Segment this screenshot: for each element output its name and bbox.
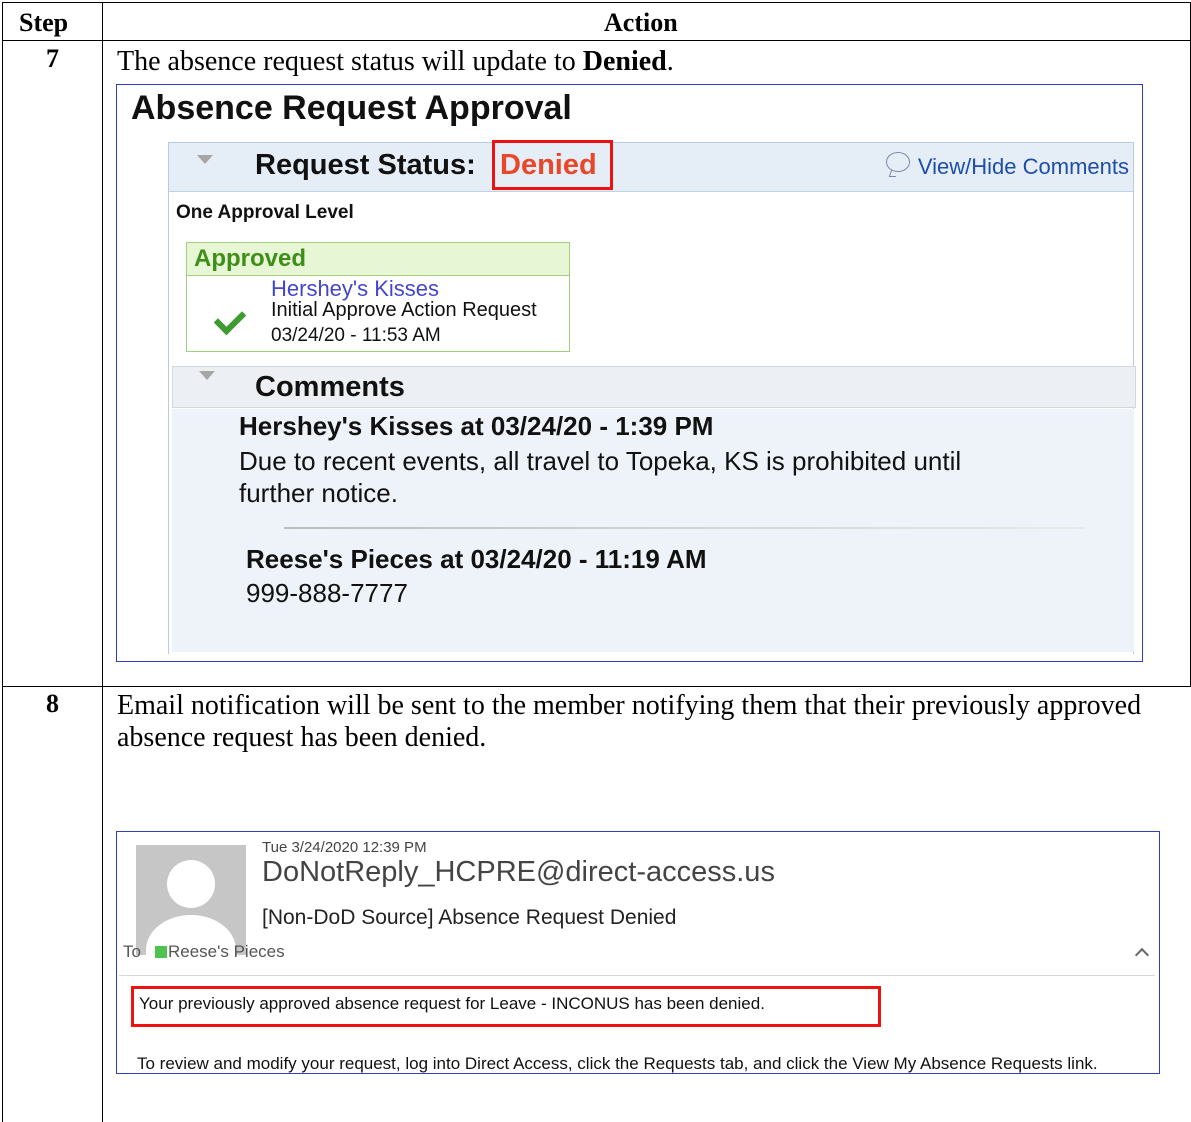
email-body-line: To review and modify your request, log i… — [137, 1054, 1098, 1073]
collapse-header-chevron-up-icon[interactable] — [1134, 947, 1150, 963]
approver-card: Approved Hershey's Kisses Initial Approv… — [186, 242, 570, 352]
status-label: Request Status: — [255, 149, 476, 181]
table-border-left — [2, 2, 3, 1122]
status-value: Denied — [500, 149, 597, 181]
comment-text: 999-888-7777 — [246, 578, 408, 608]
comment-bubble-icon — [885, 152, 910, 172]
presence-status-icon — [154, 946, 167, 958]
avatar — [136, 845, 246, 955]
step-number: 7 — [46, 44, 59, 73]
email-body-line: Your previously approved absence request… — [139, 994, 765, 1013]
email-divider — [119, 975, 1155, 976]
request-status-panel: Request Status: Denied View/Hide Comment… — [168, 140, 1136, 655]
comment-text: Due to recent events, all travel to Tope… — [239, 446, 962, 476]
step-number: 8 — [46, 689, 59, 718]
approver-name-link[interactable]: Hershey's Kisses — [271, 277, 439, 301]
step-instruction: The absence request status will update t… — [117, 46, 674, 77]
avatar-head — [167, 860, 215, 908]
approval-level: One Approval Level — [176, 202, 354, 223]
email-subject: [Non-DoD Source] Absence Request Denied — [262, 906, 677, 929]
checkmark-icon — [213, 302, 247, 336]
comments-label: Comments — [255, 371, 405, 403]
table-border-top — [2, 2, 1191, 3]
email-date: Tue 3/24/2020 12:39 PM — [262, 839, 427, 856]
status-value-highlight: Denied — [492, 140, 613, 190]
approver-card-header: Approved — [187, 243, 569, 276]
view-hide-comments-label: View/Hide Comments — [917, 154, 1129, 179]
comment-header: Hershey's Kisses at 03/24/20 - 1:39 PM — [239, 411, 714, 441]
collapse-triangle-icon[interactable] — [199, 371, 215, 380]
email-highlight-box: Your previously approved absence request… — [131, 986, 881, 1027]
email-recipients: To Reese's Pieces — [123, 942, 285, 962]
comments-body: Hershey's Kisses at 03/24/20 - 1:39 PM D… — [172, 409, 1134, 652]
comment-separator — [284, 527, 1084, 529]
status-body: One Approval Level Approved Hershey's Ki… — [169, 192, 1136, 655]
page-title: Absence Request Approval — [131, 89, 572, 127]
header-step: Step — [19, 8, 69, 37]
to-label: To — [123, 942, 141, 961]
comments-header-bar: Comments — [172, 366, 1136, 408]
view-hide-comments-link[interactable]: View/Hide Comments — [885, 152, 1129, 180]
email-sender[interactable]: DoNotReply_HCPRE@direct-access.us — [262, 856, 775, 889]
collapse-triangle-icon[interactable] — [197, 155, 213, 164]
approval-screenshot: Absence Request Approval Request Status:… — [116, 84, 1143, 662]
approved-label: Approved — [194, 245, 307, 272]
email-screenshot: Tue 3/24/2020 12:39 PM DoNotReply_HCPRE@… — [116, 831, 1160, 1074]
approver-date: 03/24/20 - 11:53 AM — [271, 325, 441, 346]
comment-text: further notice. — [239, 478, 398, 508]
step-instruction: Email notification will be sent to the m… — [117, 690, 1142, 753]
recipient-name[interactable]: Reese's Pieces — [168, 942, 285, 961]
table-row-divider — [2, 686, 1191, 687]
table-header-divider — [2, 40, 1191, 41]
table-column-divider — [102, 2, 103, 1122]
approver-action: Initial Approve Action Request — [271, 299, 537, 321]
comment-header: Reese's Pieces at 03/24/20 - 11:19 AM — [246, 544, 707, 574]
header-action: Action — [604, 8, 678, 37]
status-header-bar: Request Status: Denied View/Hide Comment… — [169, 140, 1133, 192]
